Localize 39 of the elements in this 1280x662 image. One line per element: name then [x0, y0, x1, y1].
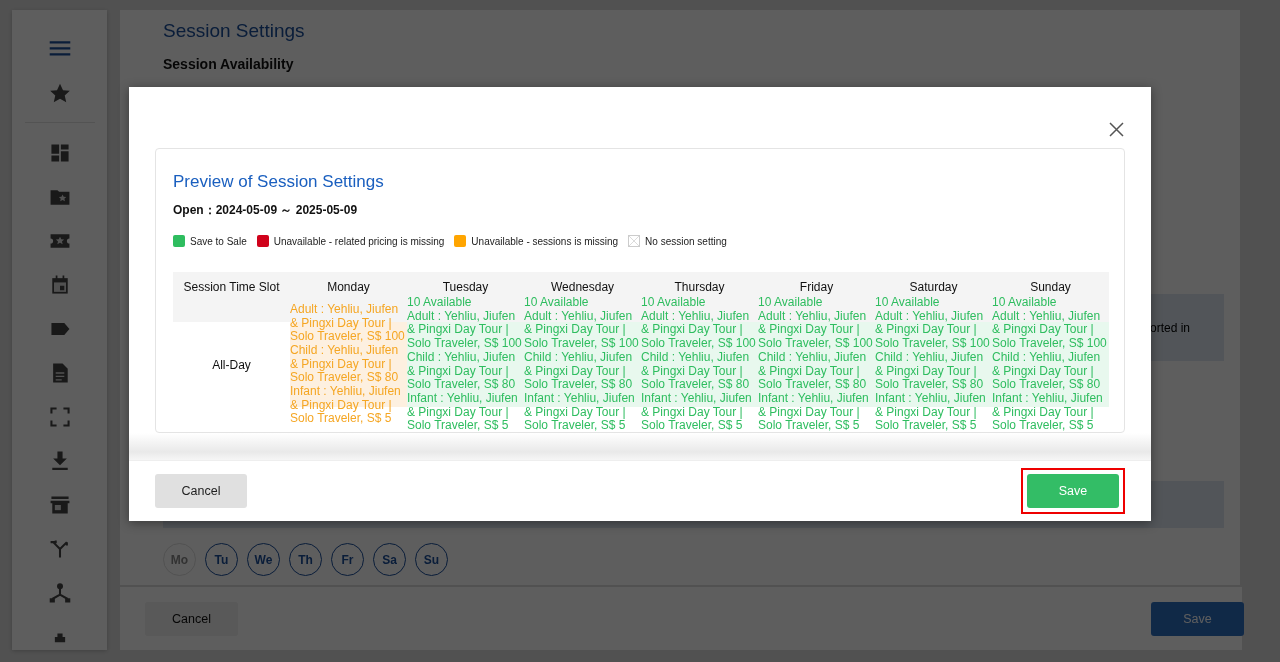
session-details: 10 Available Adult : Yehliu, Jiufen & Pingxi Day Tour | Solo Traveler, S$ 100 Child : Yehliu, Jiufen & Pingxi Day Tour | Solo Traveler, S$ 80 Infant : Yehliu, Jiufen & Pingxi Day Tour | Solo Traveler, S$ 5: [992, 296, 1108, 432]
page-title: Session Settings: [163, 20, 306, 42]
section-heading: Session Availability: [163, 56, 295, 72]
crossed-box-icon: [628, 235, 641, 247]
time-slot: All-Day: [212, 357, 251, 372]
fullscreen-icon[interactable]: [47, 405, 72, 429]
legend-label: Unavailable - sessions is missing: [471, 235, 619, 247]
save-button[interactable]: Save: [1027, 474, 1119, 508]
column-header: Tuesday: [442, 280, 489, 294]
cancel-button[interactable]: Cancel: [145, 601, 238, 636]
weekday-toggle[interactable]: We: [247, 543, 280, 576]
legend-label: Save to Sale: [190, 235, 247, 247]
dialog-title: Preview of Session Settings: [173, 172, 385, 192]
open-period: Open：2024-05-09 ～ 2025-05-09: [173, 202, 359, 219]
legend-label: No session setting: [645, 235, 727, 247]
session-details: 10 Available Adult : Yehliu, Jiufen & Pingxi Day Tour | Solo Traveler, S$ 100 Child : Yehliu, Jiufen & Pingxi Day Tour | Solo Traveler, S$ 80 Infant : Yehliu, Jiufen & Pingxi Day Tour | Solo Traveler, S$ 5: [524, 296, 640, 432]
weekday-toggle[interactable]: Th: [289, 543, 322, 576]
notice-text: orted in: [1149, 320, 1190, 335]
weekday-toggle[interactable]: Tu: [205, 543, 238, 576]
close-icon[interactable]: [1109, 122, 1124, 137]
column-header: Saturday: [909, 280, 958, 294]
column-header: Monday: [327, 280, 370, 294]
weekday-toggle[interactable]: Su: [415, 543, 448, 576]
session-details: 10 Available Adult : Yehliu, Jiufen & Pingxi Day Tour | Solo Traveler, S$ 100 Child : Yehliu, Jiufen & Pingxi Day Tour | Solo Traveler, S$ 80 Infant : Yehliu, Jiufen & Pingxi Day Tour | Solo Traveler, S$ 5: [641, 296, 757, 432]
weekday-toggle[interactable]: Sa: [373, 543, 406, 576]
cancel-button[interactable]: Cancel: [155, 474, 247, 508]
hierarchy-icon[interactable]: [47, 581, 72, 605]
session-details: 10 Available Adult : Yehliu, Jiufen & Pingxi Day Tour | Solo Traveler, S$ 100 Child : Yehliu, Jiufen & Pingxi Day Tour | Solo Traveler, S$ 80 Infant : Yehliu, Jiufen & Pingxi Day Tour | Solo Traveler, S$ 5: [875, 296, 991, 432]
column-header: Session Time Slot: [183, 280, 280, 294]
weekday-toggle[interactable]: Fr: [331, 543, 364, 576]
save-button[interactable]: Save: [1151, 601, 1244, 636]
legend-label: Unavailable - related pricing is missing: [273, 235, 445, 247]
session-details: Adult : Yehliu, Jiufen & Pingxi Day Tour | Solo Traveler, S$ 100 Child : Yehliu, Jiufen & Pingxi Day Tour | Solo Traveler, S$ 80 Infant : Yehliu, Jiufen & Pingxi Day Tour | Solo Traveler, S$ 5: [290, 302, 406, 427]
column-header: Thursday: [674, 280, 725, 294]
column-header: Friday: [799, 280, 834, 294]
session-details: 10 Available Adult : Yehliu, Jiufen & Pingxi Day Tour | Solo Traveler, S$ 100 Child : Yehliu, Jiufen & Pingxi Day Tour | Solo Traveler, S$ 80 Infant : Yehliu, Jiufen & Pingxi Day Tour | Solo Traveler, S$ 5: [407, 296, 523, 432]
column-header: Wednesday: [550, 280, 615, 294]
session-details: 10 Available Adult : Yehliu, Jiufen & Pingxi Day Tour | Solo Traveler, S$ 100 Child : Yehliu, Jiufen & Pingxi Day Tour | Solo Traveler, S$ 80 Infant : Yehliu, Jiufen & Pingxi Day Tour | Solo Traveler, S$ 5: [758, 296, 874, 432]
column-header: Sunday: [1030, 280, 1071, 294]
